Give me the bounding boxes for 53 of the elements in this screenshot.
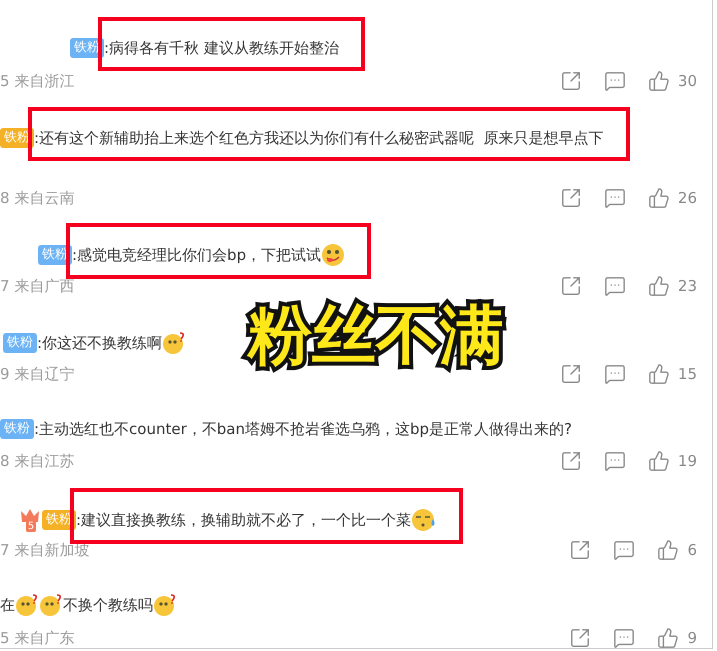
comment-meta: 7 来自新加坡 (0, 540, 90, 561)
like-count: 6 (687, 540, 697, 561)
like-count: 15 (678, 364, 697, 385)
like-count: 9 (687, 628, 697, 649)
like-icon[interactable] (648, 275, 670, 297)
comment-text: :主动选红也不counter，不ban塔姆不抢岩雀选乌鸦，这bp是正常人做得出来的? (34, 418, 572, 440)
share-icon[interactable] (569, 627, 592, 649)
share-icon[interactable] (560, 70, 582, 92)
like-icon[interactable] (657, 539, 680, 561)
sweat-emoji-icon (411, 508, 438, 532)
like-count: 26 (678, 188, 697, 209)
comment-text: 在 (0, 594, 15, 616)
crown-level: 5 (26, 521, 36, 532)
comment-text: :还有这个新辅助抬上来选个红色方我还以为你们有什么秘密武器呢 原来只是想早点下 (34, 128, 604, 149)
share-icon[interactable] (560, 450, 582, 472)
comment-meta: 9 来自辽宁 (0, 364, 74, 385)
overlay-caption: 粉丝不满 (248, 300, 504, 372)
share-icon[interactable] (560, 275, 582, 297)
comment-icon[interactable] (604, 275, 626, 297)
puzzled-emoji-icon (153, 593, 177, 617)
like-count: 23 (678, 276, 697, 297)
comment-icon[interactable] (604, 70, 626, 92)
like-icon[interactable] (648, 450, 670, 472)
comment-text: :建议直接换教练，换辅助就不必了，一个比一个菜 (76, 510, 412, 531)
comment-text: :你这还不换教练啊 (37, 332, 162, 354)
comment-text: 不换个教练吗 (63, 594, 153, 616)
like-icon[interactable] (657, 627, 680, 649)
like-count: 19 (678, 450, 697, 472)
comment-meta: 8 来自江苏 (0, 450, 74, 472)
like-count: 30 (678, 70, 697, 92)
like-icon[interactable] (648, 187, 670, 209)
like-icon[interactable] (648, 363, 670, 385)
puzzled-emoji-icon (162, 331, 186, 355)
comment-icon[interactable] (604, 450, 626, 472)
comment-text: :病得各有千秋 建议从教练开始整治 (104, 38, 339, 59)
comment-icon[interactable] (604, 363, 626, 385)
fan-badge: 铁粉 (3, 333, 37, 353)
comment-meta: 7 来自广西 (0, 276, 74, 297)
comment-meta: 5 来自浙江 (0, 70, 74, 92)
puzzled-emoji-icon (39, 593, 63, 617)
comment-text: :感觉电竞经理比你们会bp，下把试试 (72, 244, 322, 266)
comment-icon[interactable] (613, 539, 636, 561)
puzzled-emoji-icon (15, 593, 39, 617)
comment-icon[interactable] (613, 627, 636, 649)
share-icon[interactable] (560, 363, 582, 385)
like-icon[interactable] (648, 70, 670, 92)
comment-icon[interactable] (604, 187, 626, 209)
fan-badge: 铁粉 (0, 419, 34, 439)
share-icon[interactable] (569, 539, 592, 561)
tongue-emoji-icon (321, 243, 346, 267)
comment-meta: 8 来自云南 (0, 188, 74, 209)
share-icon[interactable] (560, 187, 582, 209)
comment-meta: 5 来自广东 (0, 628, 74, 649)
